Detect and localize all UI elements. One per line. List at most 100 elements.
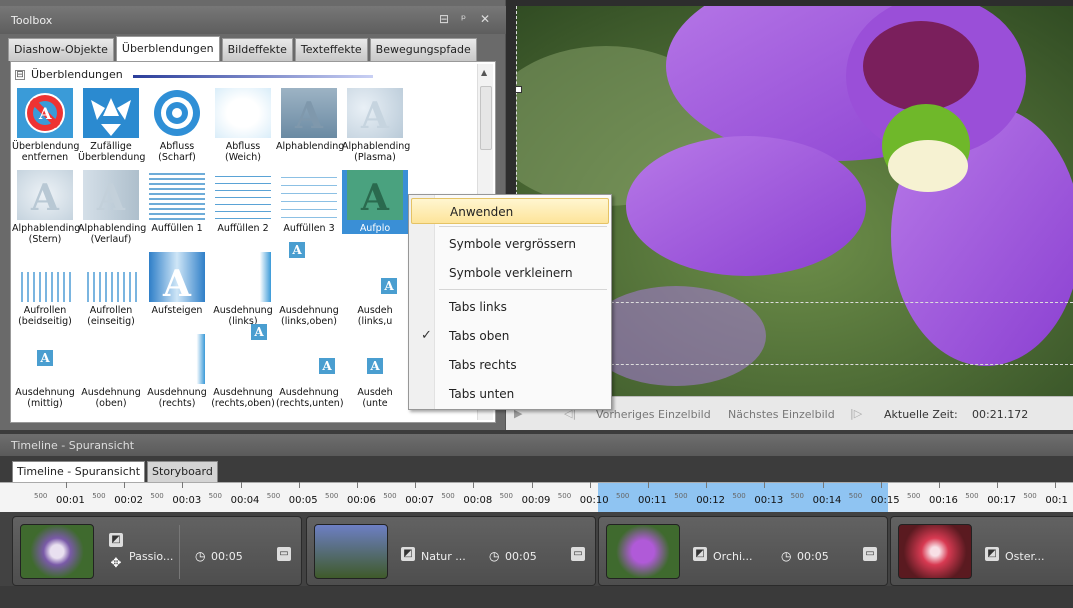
menu-item-enlarge-icons[interactable]: Symbole vergrössern (411, 231, 609, 257)
ruler-subtick-label: 500 (557, 492, 572, 500)
tab-texteffekte[interactable]: Texteffekte (294, 38, 368, 61)
expand-right-icon (149, 334, 205, 384)
context-menu: Anwenden Symbole vergrössern Symbole ver… (408, 194, 612, 410)
transition-item[interactable]: A Alphablending (276, 88, 344, 152)
clock-icon: ◷ (195, 549, 206, 563)
ruler-tick-mark (298, 482, 300, 488)
menu-item-apply[interactable]: Anwenden (411, 198, 609, 224)
menu-item-tabs-left[interactable]: Tabs links (411, 294, 609, 320)
group-header: ⊟ Überblendungen (15, 68, 123, 81)
clip-easter[interactable]: ◩ Oster... (890, 516, 1073, 586)
transition-item[interactable]: A Alphablending (Stern) (12, 170, 81, 245)
minimize-panel-icon[interactable]: ⊟ (439, 12, 449, 26)
alphablend-plasma-icon: A (347, 88, 403, 138)
svg-text:A: A (294, 95, 324, 137)
transition-label: Ausdeh (links,u (357, 305, 393, 327)
next-frame-icon[interactable]: |▷ (850, 407, 862, 420)
roll-single-icon (83, 272, 139, 302)
image-icon[interactable]: ◩ (109, 533, 123, 547)
transition-item[interactable]: Ausdehnung (links) (210, 252, 276, 327)
tab-bildeffekte[interactable]: Bildeffekte (221, 38, 293, 61)
transition-item[interactable]: A Alphablending (Verlauf) (78, 170, 146, 245)
svg-text:A: A (30, 177, 60, 219)
ruler-tick-mark (240, 482, 242, 488)
ruler-tick-label: 00:07 (405, 495, 435, 506)
transition-item[interactable]: A Ausdehnung (mittig) (12, 334, 78, 409)
tab-storyboard[interactable]: Storyboard (147, 461, 218, 482)
tab-diashow-objekte[interactable]: Diashow-Objekte (8, 38, 114, 61)
clip-thumbnail (314, 524, 388, 579)
transition-item-selected[interactable]: A Aufplo (342, 170, 408, 234)
image-icon[interactable]: ◩ (401, 547, 415, 561)
clock-icon: ◷ (489, 549, 500, 563)
tab-timeline-track-view[interactable]: Timeline - Spuransicht (12, 461, 146, 482)
transition-item[interactable]: Ausdehnung (oben) (78, 334, 144, 409)
ruler-tick-mark (124, 482, 126, 488)
collapse-toggle-icon[interactable]: ⊟ (15, 69, 25, 80)
swirl-soft-icon (215, 88, 271, 138)
fill-1-icon (149, 170, 205, 220)
transition-item[interactable]: A Ausdehnung (rechts,unten) (276, 334, 344, 409)
transition-item[interactable]: Aufrollen (einseitig) (78, 252, 144, 327)
ruler-tick-label: 00:03 (172, 495, 202, 506)
expand-left-top-icon: A (281, 242, 337, 302)
pin-icon[interactable]: ᵖ (461, 12, 466, 26)
tab-ueberblendungen[interactable]: Überblendungen (115, 36, 220, 61)
transition-item[interactable]: A Ausdehnung (rechts,oben) (210, 324, 276, 409)
ruler-tick-label: 00:08 (463, 495, 493, 506)
clip-passion[interactable]: ◩ ✥ Passio... ◷ 00:05 ▭ (12, 516, 302, 586)
move-icon[interactable]: ✥ (109, 557, 123, 571)
clock-icon: ◷ (781, 549, 792, 563)
transition-item[interactable]: A Überblendung entfernen (12, 88, 80, 163)
trash-icon[interactable]: ▭ (571, 547, 585, 561)
expand-left-bottom-icon: A (347, 252, 403, 302)
transition-item[interactable]: Aufrollen (beidseitig) (12, 252, 78, 327)
menu-separator (439, 289, 607, 290)
clip-name: Orchi... (713, 550, 753, 563)
image-icon[interactable]: ◩ (693, 547, 707, 561)
transition-label: Ausdehnung (mittig) (15, 387, 75, 409)
transition-item[interactable]: Auffüllen 3 (276, 170, 342, 234)
image-icon[interactable]: ◩ (985, 547, 999, 561)
transition-item[interactable]: Abfluss (Weich) (210, 88, 276, 163)
transition-label: Auffüllen 1 (151, 223, 203, 234)
close-icon[interactable]: ✕ (480, 12, 490, 26)
transition-label: Alphablending (Stern) (12, 223, 81, 245)
trash-icon[interactable]: ▭ (863, 547, 877, 561)
transition-item[interactable]: Zufällige Überblendung (78, 88, 145, 163)
no-transition-icon: A (17, 88, 73, 138)
transition-item[interactable]: A Ausdeh (links,u (342, 252, 408, 327)
scroll-thumb[interactable] (480, 86, 492, 150)
resize-handle[interactable] (515, 86, 522, 93)
menu-item-tabs-top[interactable]: ✓ Tabs oben (411, 323, 609, 349)
clip-orchid[interactable]: ◩ Orchi... ◷ 00:05 ▭ (598, 516, 888, 586)
scroll-up-icon[interactable]: ▲ (481, 68, 487, 77)
ruler-tick-mark (939, 482, 940, 488)
ruler-tick-label: 00:01 (56, 495, 85, 506)
menu-item-shrink-icons[interactable]: Symbole verkleinern (411, 260, 609, 286)
tab-bewegungspfade[interactable]: Bewegungspfade (369, 38, 477, 61)
current-time-value: 00:21.172 (972, 408, 1029, 421)
transition-item[interactable]: Auffüllen 1 (144, 170, 210, 234)
checkmark-icon: ✓ (421, 328, 432, 343)
transition-item[interactable]: Auffüllen 2 (210, 170, 276, 234)
transition-label: Alphablending (Plasma) (342, 141, 411, 163)
group-label: Überblendungen (31, 68, 123, 81)
clip-nature[interactable]: ◩ Natur ... ◷ 00:05 ▭ (306, 516, 596, 586)
ruler-tick-label: 00:09 (521, 495, 551, 506)
menu-item-tabs-right[interactable]: Tabs rechts (411, 352, 609, 378)
transition-item[interactable]: A Aufsteigen (144, 252, 210, 316)
transition-item[interactable]: A Alphablending (Plasma) (342, 88, 411, 163)
clip-thumbnail (606, 524, 680, 579)
transition-label: Überblendung entfernen (12, 141, 80, 163)
transition-label: Ausdehnung (rechts,unten) (276, 387, 344, 409)
menu-item-tabs-bottom[interactable]: Tabs unten (411, 381, 609, 407)
transition-item[interactable]: Abfluss (Scharf) (144, 88, 210, 163)
trash-icon[interactable]: ▭ (277, 547, 291, 561)
transition-item[interactable]: Ausdehnung (rechts) (144, 334, 210, 409)
prev-frame-button[interactable]: Vorheriges Einzelbild (596, 408, 711, 421)
clip-thumbnail (898, 524, 972, 579)
transition-item[interactable]: A Ausdeh (unte (342, 334, 408, 409)
next-frame-button[interactable]: Nächstes Einzelbild (728, 408, 835, 421)
transition-item[interactable]: A Ausdehnung (links,oben) (276, 242, 342, 327)
